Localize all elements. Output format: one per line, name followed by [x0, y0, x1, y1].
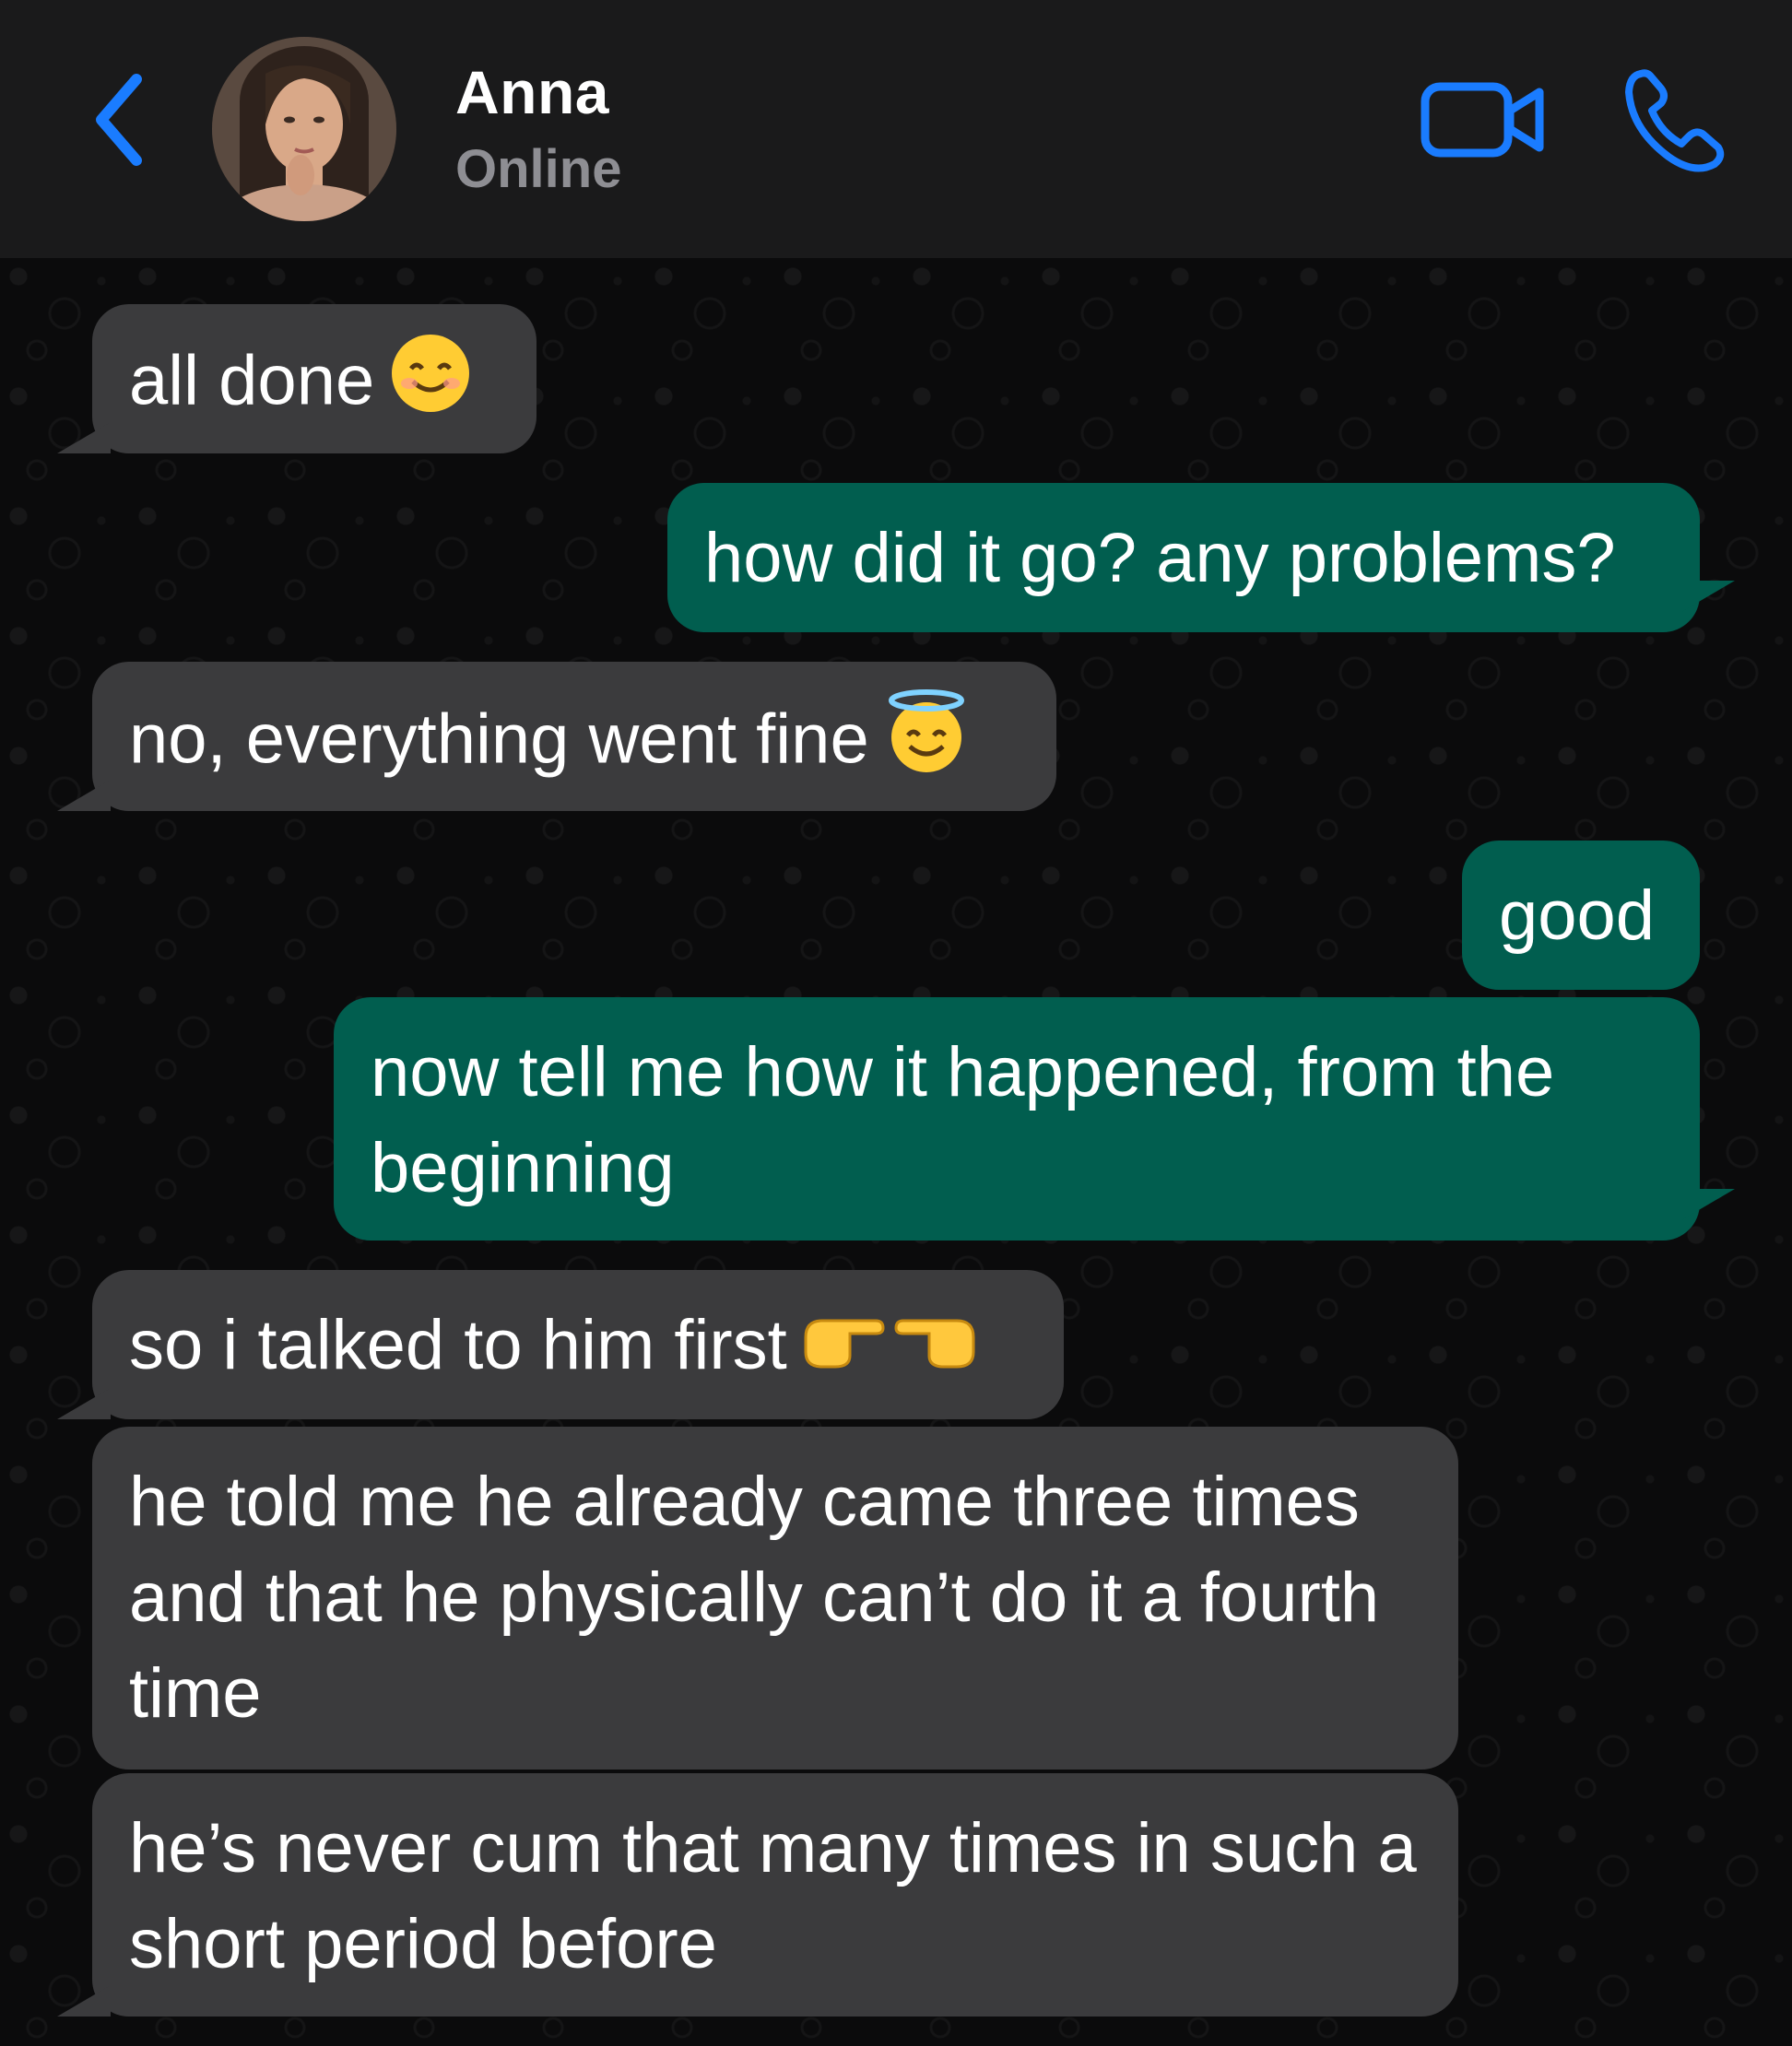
message-text: all done: [129, 341, 375, 420]
avatar-photo: [212, 37, 396, 221]
bubble-tail: [57, 1388, 111, 1419]
message-text: how did it go? any problems?: [704, 519, 1616, 597]
message-text: no, everything went fine: [129, 700, 869, 779]
halo-face-icon: [884, 689, 969, 799]
message-bubble-outgoing[interactable]: now tell me how it happened, from the be…: [334, 997, 1735, 1241]
message-text: good: [1499, 876, 1656, 955]
video-camera-icon: [1421, 82, 1544, 158]
message-bubble-incoming[interactable]: he told me he already came three times a…: [92, 1427, 1458, 1770]
message-bubble-incoming[interactable]: so i talked to him first: [57, 1270, 1064, 1419]
message-bubble-incoming[interactable]: he’s never cum that many times in such a…: [57, 1773, 1458, 2017]
message-text: so i talked to him first: [129, 1306, 787, 1384]
contact-status: Online: [455, 139, 622, 199]
message-bubble-outgoing[interactable]: how did it go? any problems?: [667, 483, 1735, 632]
phone-icon: [1625, 69, 1725, 172]
bubble-tail: [57, 1985, 111, 2017]
bubble-tail: [1681, 1189, 1735, 1220]
message-bubble-incoming[interactable]: no, everything went fine: [57, 662, 1056, 811]
smiling-face-icon: [389, 332, 472, 440]
message-list[interactable]: all done how did it go? any problems? no…: [0, 258, 1792, 2046]
message-bubble-outgoing[interactable]: good: [1462, 841, 1700, 990]
back-button[interactable]: [83, 65, 157, 175]
message-text: he told me he already came three times a…: [129, 1463, 1380, 1733]
message-bubble-incoming[interactable]: all done: [57, 304, 536, 453]
video-call-button[interactable]: [1420, 74, 1549, 166]
bubble-tail: [57, 422, 111, 453]
message-text: now tell me how it happened, from the be…: [371, 1033, 1555, 1207]
message-text: he’s never cum that many times in such a…: [129, 1809, 1417, 1983]
contact-name[interactable]: Anna: [455, 57, 609, 127]
bubble-tail: [1681, 581, 1735, 612]
voice-call-button[interactable]: [1621, 65, 1731, 175]
bubble-tail: [57, 780, 111, 811]
chat-header: Anna Online: [0, 0, 1792, 258]
back-chevron-icon: [96, 74, 142, 166]
avatar[interactable]: [212, 37, 396, 221]
pointing-hands-icon: [802, 1300, 977, 1399]
